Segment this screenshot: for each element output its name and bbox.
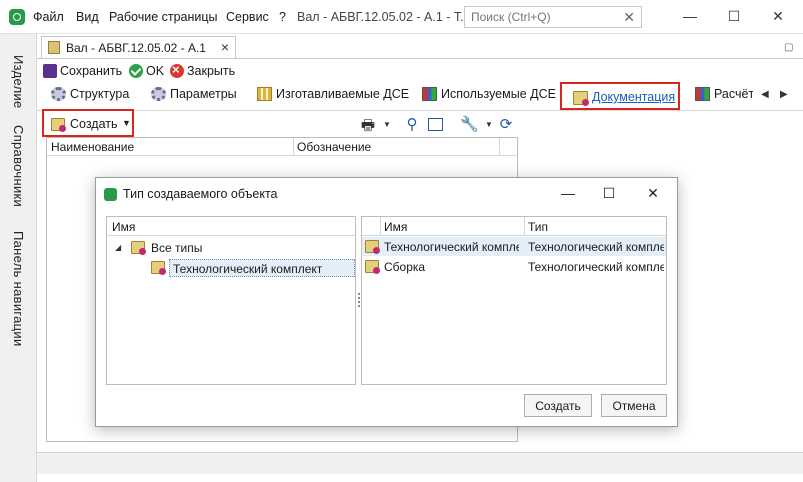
nav-tab-product[interactable]: Изделие <box>11 55 26 109</box>
document-tab[interactable]: Вал - АБВГ.12.05.02 - А.1 × <box>41 36 236 58</box>
close-window-button[interactable]: ✕ <box>768 8 788 26</box>
ribbon-tab-manufactured-parts[interactable]: Изготавливаемые ДСЕ <box>257 87 409 107</box>
dialog-title-bar: Тип создаваемого объекта — ☐ ✕ <box>96 178 677 211</box>
documentation-icon <box>573 91 589 106</box>
close-icon <box>170 62 184 78</box>
structure-icon <box>51 87 66 101</box>
preview-icon[interactable] <box>428 118 443 131</box>
column-name[interactable]: Наименование <box>51 140 134 154</box>
search-icon[interactable]: ⚲ <box>403 115 421 133</box>
search-box[interactable]: ✕ <box>464 6 642 28</box>
save-label: Сохранить <box>60 64 123 78</box>
restore-panel-icon[interactable]: ▢ <box>784 42 798 53</box>
window-title: Вал - АБВГ.12.05.02 - А.1 - Т... <box>297 10 471 24</box>
ok-label: OK <box>146 64 165 78</box>
dialog-app-icon <box>104 188 117 201</box>
parameters-icon <box>151 87 166 101</box>
nav-tab-navigation-panel[interactable]: Панель навигации <box>11 231 26 347</box>
close-button[interactable]: Закрыть <box>170 62 236 82</box>
document-tab-title: Вал - АБВГ.12.05.02 - А.1 <box>66 41 206 55</box>
tree-item-tech-kit[interactable]: Технологический комплект <box>149 259 355 277</box>
assembly-icon <box>365 260 380 274</box>
ribbon-tab-structure[interactable]: Структура <box>51 87 129 107</box>
dialog-maximize-button[interactable]: ☐ <box>600 185 618 203</box>
object-type-dialog: Тип создаваемого объекта — ☐ ✕ Имя ◢ Все… <box>95 177 678 427</box>
type-tree-pane: Имя ◢ Все типы Технологический комплект <box>106 216 356 385</box>
document-icon <box>48 41 60 54</box>
ribbon-tab-parameters[interactable]: Параметры <box>151 87 237 107</box>
close-label: Закрыть <box>187 64 236 78</box>
menu-file[interactable]: Файл <box>33 10 64 24</box>
tab-divider <box>37 58 803 59</box>
list-header: Имя Тип <box>362 217 666 236</box>
tree-item-all-types[interactable]: ◢ Все типы <box>107 239 355 257</box>
list-column-name[interactable]: Имя <box>384 220 407 234</box>
title-bar: Файл Вид Рабочие страницы Сервис ? Вал -… <box>0 0 803 34</box>
list-column-type[interactable]: Тип <box>528 220 548 234</box>
create-icon <box>51 118 66 132</box>
type-list-pane: Имя Тип Технологический комплект Техноло… <box>361 216 667 385</box>
save-button[interactable]: Сохранить <box>43 64 122 82</box>
search-input[interactable] <box>465 7 615 27</box>
list-row[interactable]: Технологический комплект Технологический… <box>362 237 666 256</box>
app-logo-icon <box>9 9 25 25</box>
status-bar <box>37 452 803 474</box>
checkmark-icon <box>129 64 143 78</box>
refresh-icon[interactable]: ⟳ <box>497 115 515 133</box>
manufactured-parts-icon <box>257 87 272 101</box>
list-row[interactable]: Сборка Технологический комплект <box>362 257 666 276</box>
ok-button[interactable]: OK <box>129 64 164 82</box>
menu-help[interactable]: ? <box>279 10 286 24</box>
tech-kit-icon <box>365 240 380 254</box>
column-designation[interactable]: Обозначение <box>297 140 371 154</box>
chevron-down-icon: ▼ <box>122 118 131 128</box>
folder-icon <box>131 241 146 255</box>
used-parts-icon <box>422 87 437 101</box>
save-icon <box>43 64 57 78</box>
dialog-title: Тип создаваемого объекта <box>123 187 278 201</box>
print-icon[interactable]: 🖶 <box>359 115 377 134</box>
tech-kit-icon <box>151 261 166 275</box>
wrench-icon[interactable]: 🔧 <box>460 115 479 133</box>
pane-splitter[interactable] <box>358 293 360 307</box>
wrench-menu-chevron-icon[interactable]: ▼ <box>480 120 498 138</box>
nav-tab-directories[interactable]: Справочники <box>11 125 26 207</box>
calculations-icon <box>695 87 710 101</box>
minimize-button[interactable]: — <box>680 8 700 26</box>
scroll-right-icon[interactable]: ▶ <box>780 89 788 100</box>
clear-search-icon[interactable]: ✕ <box>623 9 635 26</box>
ribbon-separator <box>37 110 803 111</box>
ribbon-tab-calculations[interactable]: Расчёт <box>695 87 753 107</box>
left-navigation: Изделие Справочники Панель навигации <box>0 34 36 482</box>
menu-work-pages[interactable]: Рабочие страницы <box>109 10 218 24</box>
create-button[interactable]: Создать ▼ <box>42 109 134 137</box>
maximize-button[interactable]: ☐ <box>724 8 744 26</box>
menu-service[interactable]: Сервис <box>226 10 269 24</box>
dialog-cancel-button[interactable]: Отмена <box>601 394 667 417</box>
ribbon-tab-used-parts[interactable]: Используемые ДСЕ <box>422 87 556 107</box>
dialog-create-button[interactable]: Создать <box>524 394 592 417</box>
scroll-left-icon[interactable]: ◀ <box>761 89 769 100</box>
dialog-minimize-button[interactable]: — <box>559 185 577 203</box>
grid-header: Наименование Обозначение <box>47 138 517 156</box>
ribbon-tab-documentation[interactable]: Документация <box>560 82 680 110</box>
tree-header: Имя <box>107 217 355 236</box>
print-menu-chevron-icon[interactable]: ▼ <box>378 120 396 138</box>
expand-triangle-icon[interactable]: ◢ <box>115 243 121 252</box>
tree-column-name[interactable]: Имя <box>112 220 135 234</box>
menu-view[interactable]: Вид <box>76 10 99 24</box>
dialog-close-button[interactable]: ✕ <box>644 185 662 203</box>
close-tab-icon[interactable]: × <box>221 39 229 55</box>
